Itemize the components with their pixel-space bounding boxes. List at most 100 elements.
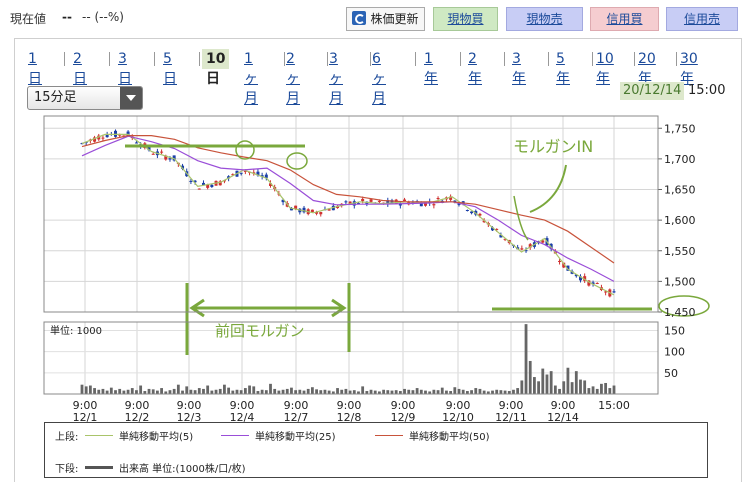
volume-bar <box>189 389 193 394</box>
volume-bar <box>604 382 608 394</box>
volume-bar <box>583 380 587 394</box>
volume-bar <box>591 386 595 394</box>
volume-bar <box>470 390 473 394</box>
candle-body <box>436 198 440 200</box>
volume-bar <box>248 385 251 394</box>
volume-bar <box>264 390 268 394</box>
volume-bar <box>528 360 532 394</box>
price-tick-label: 1,750 <box>664 122 696 135</box>
volume-bar <box>202 388 205 394</box>
candle-body <box>558 260 562 262</box>
volume-bar <box>260 389 264 394</box>
volume-bar <box>172 388 176 394</box>
volume-bar <box>310 387 314 394</box>
volume-bar <box>84 386 88 394</box>
morgan-in-annotation: モルガンIN <box>513 137 593 156</box>
volume-bar <box>503 390 507 394</box>
volume-bar <box>273 388 277 394</box>
volume-bar <box>223 384 226 394</box>
volume-tick-label: 50 <box>664 367 678 380</box>
volume-bar <box>197 388 201 394</box>
volume-bar <box>537 381 540 394</box>
candle-body <box>101 137 105 139</box>
volume-bar <box>411 390 415 394</box>
candle-body <box>520 248 524 250</box>
volume-bar <box>436 390 440 394</box>
volume-tick-label: 100 <box>664 346 685 359</box>
volume-bar <box>549 371 553 394</box>
volume-bar <box>524 324 528 394</box>
volume-bar <box>516 388 520 394</box>
pointer-arrow-annotation <box>529 164 567 213</box>
volume-bar <box>336 388 339 394</box>
volume-bar <box>168 390 172 394</box>
volume-bar <box>126 389 130 394</box>
volume-bar <box>373 390 377 394</box>
volume-bar <box>520 380 524 394</box>
volume-bar <box>156 390 159 394</box>
volume-tick-label: 150 <box>664 324 685 337</box>
price-tick-label: 1,550 <box>664 245 696 258</box>
volume-bar <box>352 390 356 394</box>
volume-bar <box>122 390 126 394</box>
volume-bar <box>440 387 444 394</box>
volume-bar <box>369 389 373 394</box>
candle-body <box>189 180 193 182</box>
price-tick-label: 1,700 <box>664 153 696 166</box>
volume-bar <box>415 388 419 394</box>
legend-ma50: 単純移動平均(50) <box>375 428 490 443</box>
volume-bar <box>214 389 218 394</box>
volume-bar <box>151 389 155 394</box>
volume-bar <box>386 390 390 394</box>
candle-body <box>465 210 469 212</box>
volume-bar <box>298 389 302 394</box>
candle-body <box>344 201 348 203</box>
volume-bar <box>243 388 247 394</box>
legend-upper-label: 上段: <box>55 432 79 443</box>
volume-bar <box>88 385 92 394</box>
volume-bar <box>382 389 386 394</box>
volume-bar <box>491 390 494 394</box>
price-tick-label: 1,450 <box>664 306 696 319</box>
volume-bar <box>587 388 591 394</box>
volume-bar <box>566 367 570 394</box>
candle-body <box>369 199 373 202</box>
volume-bar <box>327 390 331 394</box>
annotations <box>125 140 710 355</box>
volume-bar <box>101 388 105 394</box>
volume-bar <box>277 390 281 394</box>
volume-bar <box>218 388 222 394</box>
volume-bar <box>432 389 436 394</box>
volume-bar <box>252 386 256 394</box>
volume-bar <box>210 390 214 394</box>
volume-unit-label: 単位: 1000 <box>50 324 102 337</box>
prev-morgan-annotation: 前回モルガン <box>215 322 305 340</box>
volume-bar <box>97 389 101 394</box>
volume-bar <box>570 382 574 394</box>
volume-bar <box>424 390 427 394</box>
volume-bar <box>361 386 365 394</box>
volume-bar <box>269 383 272 394</box>
volume-bar <box>319 390 323 394</box>
candle-body <box>319 212 323 215</box>
volume-bar <box>574 371 578 394</box>
volume-bar <box>160 388 163 394</box>
volume-bar <box>176 384 180 394</box>
candle-body <box>403 199 407 202</box>
candle-body <box>432 204 436 206</box>
candle-body <box>151 153 155 155</box>
candle-body <box>612 291 616 293</box>
highlight-curve-annotation <box>513 195 529 241</box>
volume-bar <box>130 388 134 394</box>
volume-bar <box>231 390 235 394</box>
volume-bar <box>453 387 457 394</box>
stock-chart: 1,750 1,700 1,650 1,600 1,550 1,500 1,450 150 10… <box>43 115 710 424</box>
volume-bar <box>227 387 231 394</box>
price-tick-label: 1,600 <box>664 214 696 227</box>
volume-bar <box>290 387 293 394</box>
volume-bar <box>348 390 352 394</box>
volume-bar <box>109 387 113 394</box>
volume-bar <box>139 385 143 394</box>
candle-body <box>105 134 109 138</box>
candle-body <box>239 172 243 174</box>
